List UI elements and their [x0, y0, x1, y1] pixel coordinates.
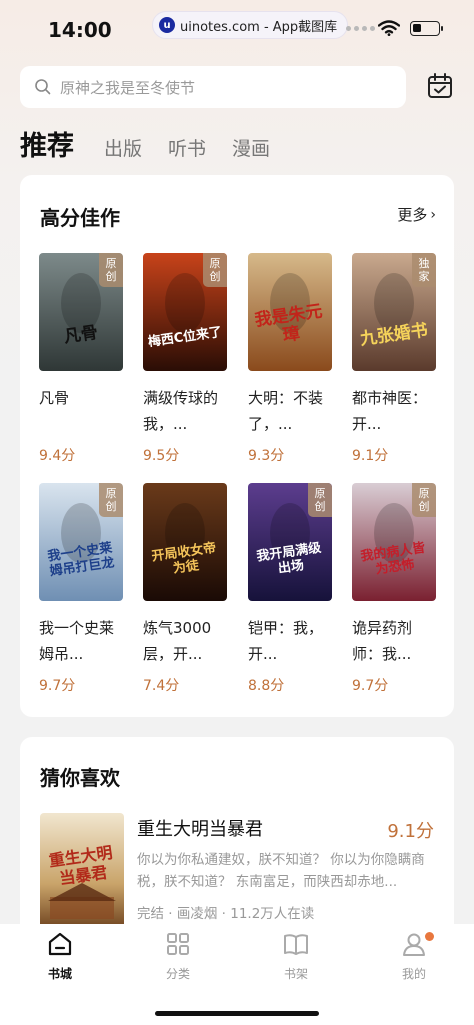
site-logo-icon: u: [159, 17, 175, 33]
nav-label: 书城: [47, 967, 72, 981]
search-bar[interactable]: 原神之我是至冬使节: [20, 66, 406, 108]
signal-icon: [346, 26, 375, 31]
nav-label: 书架: [283, 967, 308, 981]
book-cover[interactable]: 重生大明当暴君: [40, 813, 124, 931]
book-score: 9.4分: [39, 448, 76, 464]
book-score: 9.7分: [39, 678, 76, 694]
book-title[interactable]: 我一个史莱姆吊...: [39, 615, 123, 667]
book-cover[interactable]: 我的病人皆为恐怖原创: [352, 483, 436, 601]
book-item[interactable]: 我的病人皆为恐怖原创诡异药剂师：我... 9.7分: [352, 483, 436, 695]
book-title[interactable]: 铠甲：我，开...: [248, 615, 332, 667]
status-bar: 14:00 u uinotes.com - App截图库: [0, 0, 474, 58]
badge-label: 独家: [412, 253, 436, 287]
chevron-right-icon: ›: [430, 206, 436, 223]
tab-comics[interactable]: 漫画: [232, 134, 270, 161]
badge-label: 原创: [99, 253, 123, 287]
book-title[interactable]: 诡异药剂师：我...: [352, 615, 436, 667]
book-cover[interactable]: 我是朱元璋: [248, 253, 332, 371]
book-score: 8.8分: [248, 678, 285, 694]
book-title[interactable]: 大明：不装了，...: [248, 385, 332, 437]
book-cover[interactable]: 开局收女帝为徒: [143, 483, 227, 601]
nav-label: 我的: [401, 967, 426, 981]
book-title[interactable]: 炼气3000层，开...: [143, 615, 227, 667]
book-score: 9.7分: [352, 678, 389, 694]
nav-profile[interactable]: 我的: [384, 930, 444, 982]
search-placeholder: 原神之我是至冬使节: [60, 78, 196, 97]
book-score: 9.5分: [143, 448, 180, 464]
book-score: 9.1分: [387, 821, 434, 842]
nav-bookstore[interactable]: 书城: [30, 930, 90, 982]
book-title[interactable]: 都市神医：开...: [352, 385, 436, 437]
section-title: 高分佳作: [40, 206, 120, 230]
badge-label: 原创: [308, 483, 332, 517]
tab-audiobook[interactable]: 听书: [168, 134, 206, 161]
badge-label: 原创: [412, 483, 436, 517]
wifi-icon: [378, 20, 400, 36]
nav-bookshelf[interactable]: 书架: [266, 930, 326, 982]
tab-recommend[interactable]: 推荐: [20, 124, 74, 163]
book-item[interactable]: 凡骨原创凡骨 9.4分: [39, 253, 123, 465]
book-meta: 完结 · 画凌烟 · 11.2万人在读: [137, 906, 315, 922]
home-indicator: [155, 1011, 319, 1016]
top-tabs: 推荐 出版 听书 漫画: [20, 124, 296, 163]
more-label: 更多: [397, 206, 428, 224]
book-item[interactable]: 我开局满级出场原创铠甲：我，开... 8.8分: [248, 483, 332, 695]
book-cover[interactable]: 凡骨原创: [39, 253, 123, 371]
book-item[interactable]: 梅西C位来了原创满级传球的我，... 9.5分: [143, 253, 227, 465]
section-title: 猜你喜欢: [40, 766, 120, 790]
book-cover[interactable]: 我一个史莱姆吊打巨龙原创: [39, 483, 123, 601]
book-cover[interactable]: 九张婚书独家: [352, 253, 436, 371]
badge-label: 原创: [99, 483, 123, 517]
book-item[interactable]: 开局收女帝为徒炼气3000层，开... 7.4分: [143, 483, 227, 695]
book-icon: [284, 934, 308, 955]
high-score-section: 高分佳作 更多 › 凡骨原创凡骨 9.4分 梅西C位来了原创满级传球的我，... 9.…: [20, 175, 454, 717]
book-cover[interactable]: 我开局满级出场原创: [248, 483, 332, 601]
book-description: 你以为你私通建奴，朕不知道？ 你以为你隐瞒商税，朕不知道？ 东南富足，而陕西却赤…: [137, 852, 425, 890]
nav-category[interactable]: 分类: [148, 930, 208, 982]
person-icon: [403, 933, 425, 956]
guess-you-like-section: 猜你喜欢 重生大明当暴君 重生大明当暴君 9.1分 你以为你私通建奴，朕不知道？…: [20, 737, 454, 937]
book-cover[interactable]: 梅西C位来了原创: [143, 253, 227, 371]
book-score: 7.4分: [143, 678, 180, 694]
bottom-nav: 书城 分类 书架 我的: [0, 924, 474, 1025]
book-item[interactable]: 我一个史莱姆吊打巨龙原创我一个史莱姆吊... 9.7分: [39, 483, 123, 695]
search-icon: [35, 79, 51, 95]
url-text: uinotes.com - App截图库: [180, 19, 338, 35]
book-title[interactable]: 重生大明当暴君: [137, 815, 263, 841]
home-icon: [48, 932, 72, 956]
url-pill[interactable]: u uinotes.com - App截图库: [152, 11, 349, 39]
book-item[interactable]: 九张婚书独家都市神医：开... 9.1分: [352, 253, 436, 465]
status-time: 14:00: [48, 18, 112, 42]
book-title[interactable]: 凡骨: [39, 385, 123, 437]
battery-icon: [410, 21, 443, 36]
grid-icon: [167, 933, 189, 955]
book-title[interactable]: 满级传球的我，...: [143, 385, 227, 437]
book-score: 9.1分: [352, 448, 389, 464]
book-item[interactable]: 我是朱元璋大明：不装了，... 9.3分: [248, 253, 332, 465]
tab-publish[interactable]: 出版: [104, 134, 142, 161]
badge-label: 原创: [203, 253, 227, 287]
book-score: 9.3分: [248, 448, 285, 464]
more-button[interactable]: 更多 ›: [397, 204, 436, 225]
notification-dot: [425, 932, 434, 941]
checkin-calendar-icon[interactable]: [425, 71, 455, 101]
nav-label: 分类: [165, 967, 190, 981]
